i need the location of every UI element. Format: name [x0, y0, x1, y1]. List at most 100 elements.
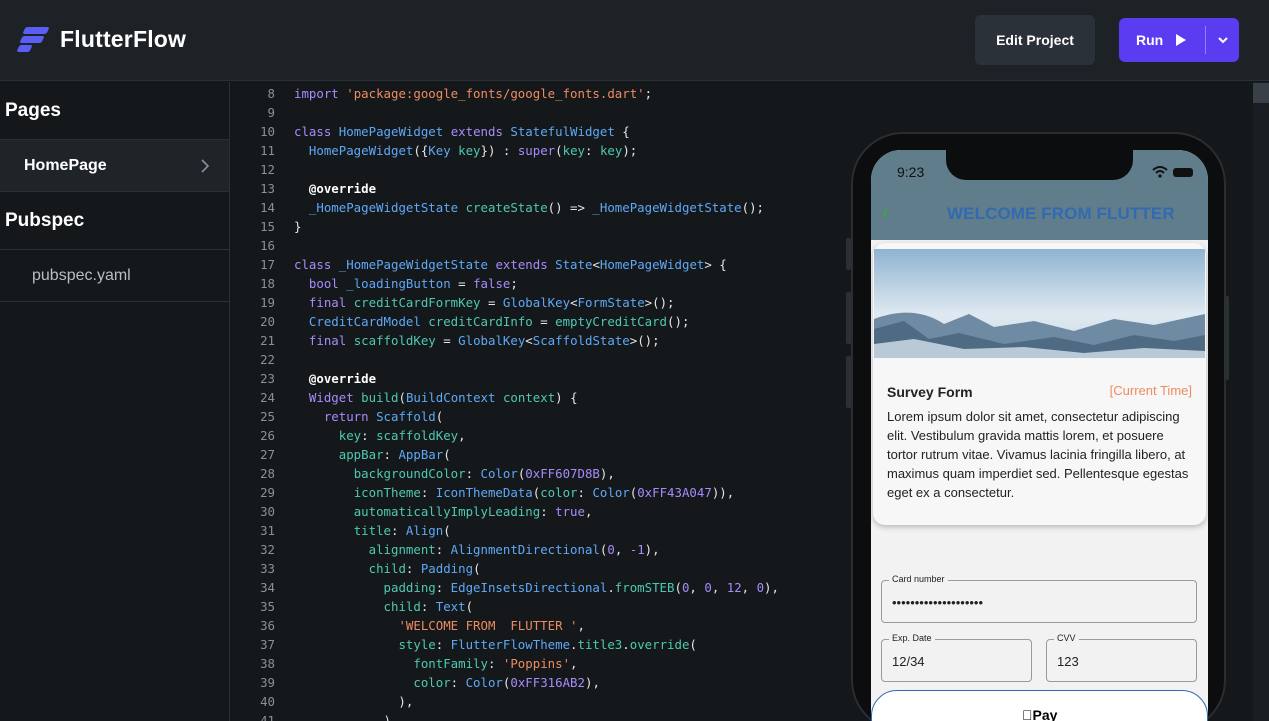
survey-form-title: Survey Form — [887, 384, 973, 400]
code-text: } — [294, 219, 302, 234]
line-number: 19 — [260, 295, 275, 310]
pubspec-heading: Pubspec — [0, 192, 229, 250]
code-text: final scaffoldKey = GlobalKey<ScaffoldSt… — [308, 333, 660, 348]
code-text: @override — [308, 181, 377, 196]
exp-date-label: Exp. Date — [889, 633, 935, 643]
sidebar-item-pubspec-yaml[interactable]: pubspec.yaml — [0, 250, 229, 302]
code-text: fontFamily: 'Poppins', — [413, 656, 578, 671]
wifi-icon — [1152, 166, 1168, 178]
edit-project-button[interactable]: Edit Project — [975, 15, 1095, 65]
code-text: style: FlutterFlowTheme.title3.override( — [398, 637, 697, 652]
line-number: 22 — [260, 352, 275, 367]
line-number: 40 — [260, 694, 275, 709]
line-number: 23 — [260, 371, 275, 386]
status-time: 9:23 — [897, 164, 925, 180]
run-button-main[interactable]: Run — [1119, 18, 1205, 62]
code-line[interactable]: 9 — [231, 103, 1253, 122]
line-number: 35 — [260, 599, 275, 614]
sidebar-item-label: HomePage — [24, 156, 107, 174]
code-text: class HomePageWidget extends StatefulWid… — [294, 124, 630, 139]
code-text: iconTheme: IconThemeData(color: Color(0x… — [353, 485, 735, 500]
line-number: 12 — [260, 162, 275, 177]
card-number-field[interactable]: Card number •••••••••••••••••••• — [881, 574, 1197, 623]
line-number: 27 — [260, 447, 275, 462]
code-text: CreditCardModel creditCardInfo = emptyCr… — [308, 314, 690, 329]
line-number: 32 — [260, 542, 275, 557]
line-number: 8 — [267, 86, 275, 101]
code-text: key: scaffoldKey, — [338, 428, 466, 443]
line-number: 34 — [260, 580, 275, 595]
apple-pay-button[interactable]: Pay — [871, 690, 1208, 721]
pages-heading: Pages — [0, 82, 229, 140]
code-text: @override — [308, 371, 377, 386]
exp-date-field[interactable]: Exp. Date 12/34 — [881, 633, 1032, 682]
code-text: final creditCardFormKey = GlobalKey<Form… — [308, 295, 675, 310]
cvv-label: CVV — [1054, 633, 1079, 643]
run-options-dropdown[interactable] — [1206, 18, 1239, 62]
code-text: child: Padding( — [368, 561, 481, 576]
mountain-image — [874, 249, 1205, 358]
line-number: 21 — [260, 333, 275, 348]
code-text: class _HomePageWidgetState extends State… — [294, 257, 727, 272]
editor-scrollbar[interactable] — [1253, 82, 1269, 721]
line-number: 28 — [260, 466, 275, 481]
cvv-value: 123 — [1057, 654, 1079, 669]
editor-scroll-thumb[interactable] — [1253, 83, 1269, 103]
chevron-down-icon — [1217, 36, 1228, 43]
line-number: 14 — [260, 200, 275, 215]
line-number: 29 — [260, 485, 275, 500]
phone-notch — [946, 150, 1133, 180]
line-number: 9 — [267, 105, 275, 120]
code-text: import 'package:google_fonts/google_font… — [294, 86, 653, 101]
code-text: color: Color(0xFF316AB2), — [413, 675, 600, 690]
line-number: 26 — [260, 428, 275, 443]
top-bar: FlutterFlow Edit Project Run — [0, 0, 1269, 81]
line-number: 30 — [260, 504, 275, 519]
chevron-right-icon — [201, 158, 209, 173]
app-name: FlutterFlow — [60, 26, 187, 52]
flutterflow-logo-icon — [16, 26, 50, 53]
line-number: 31 — [260, 523, 275, 538]
line-number: 15 — [260, 219, 275, 234]
run-label: Run — [1136, 32, 1164, 48]
back-arrow-icon[interactable]: ‹ — [882, 202, 889, 225]
code-text: ), — [294, 694, 414, 709]
card-number-value: •••••••••••••••••••• — [892, 595, 984, 610]
phone-volume-button — [846, 292, 851, 344]
sidebar-item-homepage[interactable]: HomePage — [0, 140, 229, 192]
line-number: 38 — [260, 656, 275, 671]
exp-date-value: 12/34 — [892, 654, 925, 669]
line-number: 41 — [260, 713, 275, 721]
phone-power-button — [1224, 296, 1229, 380]
line-number: 13 — [260, 181, 275, 196]
cvv-field[interactable]: CVV 123 — [1046, 633, 1197, 682]
code-text: return Scaffold( — [323, 409, 444, 424]
code-text: alignment: AlignmentDirectional(0, -1), — [368, 542, 660, 557]
line-number: 37 — [260, 637, 275, 652]
line-number: 17 — [260, 257, 275, 272]
flutterflow-logo[interactable]: FlutterFlow — [16, 26, 187, 53]
code-text: _HomePageWidgetState createState() => _H… — [308, 200, 765, 215]
code-text: 'WELCOME FROM FLUTTER ', — [398, 618, 585, 633]
line-number: 25 — [260, 409, 275, 424]
apple-logo-icon:  — [1022, 707, 1033, 721]
code-text: bool _loadingButton = false; — [308, 276, 518, 291]
code-text: appBar: AppBar( — [338, 447, 451, 462]
battery-icon — [1173, 168, 1193, 177]
line-number: 10 — [260, 124, 275, 139]
line-number: 11 — [260, 143, 275, 158]
code-text: child: Text( — [383, 599, 474, 614]
run-button[interactable]: Run — [1119, 18, 1239, 62]
line-number: 33 — [260, 561, 275, 576]
appbar-title: WELCOME FROM FLUTTER — [947, 204, 1175, 223]
play-icon — [1176, 34, 1187, 46]
code-text: HomePageWidget({Key key}) : super(key: k… — [308, 143, 638, 158]
app-bar: 9:23 ‹ WELCOME FROM FLUTTER — [871, 150, 1208, 240]
sidebar-item-label: pubspec.yaml — [32, 266, 131, 284]
code-text: backgroundColor: Color(0xFF607D8B), — [353, 466, 615, 481]
current-time-label: [Current Time] — [1109, 383, 1192, 398]
apple-pay-label: Pay — [1022, 707, 1057, 721]
code-line[interactable]: 8 import 'package:google_fonts/google_fon… — [231, 84, 1253, 103]
line-number: 24 — [260, 390, 275, 405]
line-number: 16 — [260, 238, 275, 253]
